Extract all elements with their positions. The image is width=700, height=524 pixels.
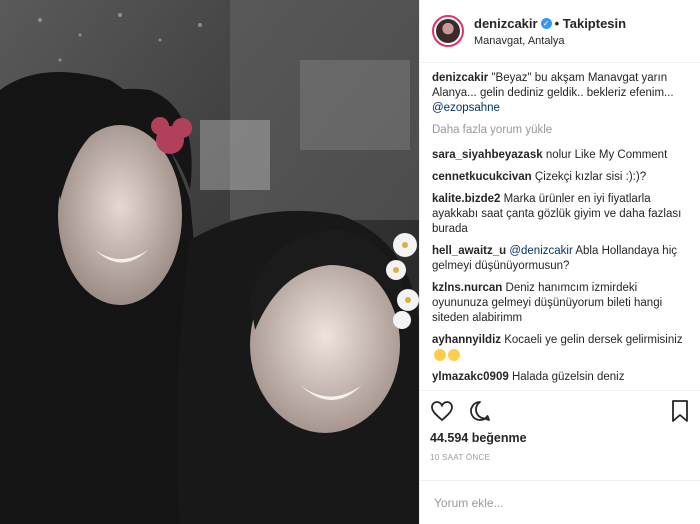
comment-icon[interactable] xyxy=(468,399,492,423)
smile-emoji-icon xyxy=(448,348,460,361)
comment: hell_awaitz_u @denizcakir Abla Hollanday… xyxy=(432,244,688,274)
comment: ayhannyildiz Kocaeli ye gelin dersek gel… xyxy=(432,333,688,363)
caption-mention[interactable]: @ezopsahne xyxy=(432,102,500,114)
post-photo[interactable] xyxy=(0,0,419,524)
post-sidebar: denizcakir ✓ • Takiptesin Manavgat, Antaly… xyxy=(419,0,700,524)
likes-count[interactable]: 44.594 beğenme xyxy=(430,431,690,445)
comment-username[interactable]: ayhannyildiz xyxy=(432,334,501,346)
verified-badge-icon: ✓ xyxy=(540,18,552,30)
comment-text: Kocaeli ye gelin dersek gelirmisiniz xyxy=(504,334,683,346)
bookmark-icon[interactable] xyxy=(670,399,690,423)
comment: sara_siyahbeyazask nolur Like My Comment xyxy=(432,148,688,163)
instagram-post: denizcakir ✓ • Takiptesin Manavgat, Antaly… xyxy=(0,0,700,524)
comment-text: Çizekçi kızlar sisi :):)? xyxy=(534,171,647,183)
comment-username[interactable]: kalite.bizde2 xyxy=(432,193,500,205)
comment-username[interactable]: cennetkucukcivan xyxy=(432,171,532,183)
comment-username[interactable]: hell_awaitz_u xyxy=(432,245,506,257)
follow-status[interactable]: • Takiptesin xyxy=(555,16,627,31)
load-more-comments-link[interactable]: Daha fazla yorum yükle xyxy=(432,123,688,138)
post-timestamp: 10 SAAT ÖNCE xyxy=(430,453,491,462)
post-actions: 44.594 beğenme 10 SAAT ÖNCE xyxy=(420,390,700,480)
add-comment-input[interactable] xyxy=(432,494,688,511)
comment: ylmazakc0909 Halada güzelsin deniz xyxy=(432,370,688,385)
comment-text: nolur Like My Comment xyxy=(545,149,668,161)
comment-username[interactable]: kzlns.nurcan xyxy=(432,282,502,294)
comment: kzlns.nurcan Deniz hanımcım izmirdeki oy… xyxy=(432,281,688,326)
location-link[interactable]: Manavgat, Antalya xyxy=(474,35,626,47)
add-comment-bar xyxy=(420,480,700,524)
emoji-icon xyxy=(434,348,446,361)
post-header: denizcakir ✓ • Takiptesin Manavgat, Antaly… xyxy=(420,0,700,63)
header-username[interactable]: denizcakir xyxy=(474,16,538,31)
avatar[interactable] xyxy=(432,15,464,47)
caption-username[interactable]: denizcakir xyxy=(432,72,488,84)
comment: cennetkucukcivan Çizekçi kızlar sisi :):… xyxy=(432,170,688,185)
comments-list[interactable]: denizcakir "Beyaz" bu akşam Manavgat yar… xyxy=(420,63,700,390)
comment-username[interactable]: sara_siyahbeyazask xyxy=(432,149,543,161)
comment-username[interactable]: ylmazakc0909 xyxy=(432,371,509,383)
heart-icon[interactable] xyxy=(430,399,454,423)
comment: kalite.bizde2 Marka ürünler en iyi fiyat… xyxy=(432,192,688,237)
caption: denizcakir "Beyaz" bu akşam Manavgat yar… xyxy=(432,71,688,116)
comment-text: Halada güzelsin deniz xyxy=(511,371,625,383)
selfie-photo-image xyxy=(0,0,419,524)
comment-mention[interactable]: @denizcakir xyxy=(509,245,572,257)
